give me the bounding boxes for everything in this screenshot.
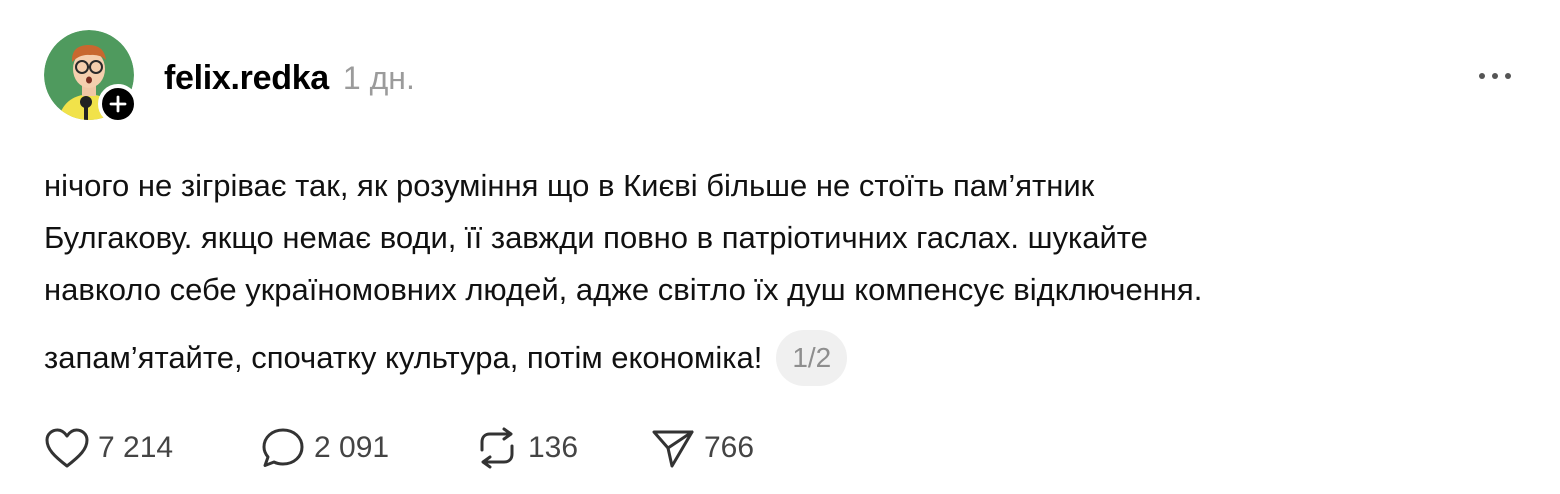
post-line: запам’ятайте, спочатку культура, потім е… (44, 340, 763, 375)
author-username[interactable]: felix.redka (164, 59, 329, 98)
post-line: навколо себе україномовних людей, адже с… (44, 272, 1203, 307)
repost-count: 136 (528, 431, 579, 464)
like-count: 7 214 (98, 431, 174, 464)
comment-bubble-icon (262, 428, 304, 467)
thread-page-indicator[interactable]: 1/2 (776, 330, 848, 386)
follow-button[interactable] (98, 84, 138, 124)
like-button[interactable]: 7 214 (44, 424, 260, 472)
more-horizontal-icon (1479, 73, 1511, 79)
more-options-button[interactable] (1474, 58, 1516, 94)
post-body: нічого не зігріває так, як розуміння що … (44, 160, 1514, 386)
share-button[interactable]: 766 (650, 424, 754, 472)
post-line: нічого не зігріває так, як розуміння що … (44, 168, 1095, 203)
action-bar: 7 214 2 091 136 766 (44, 424, 754, 472)
reply-button[interactable]: 2 091 (260, 424, 474, 472)
repost-button[interactable]: 136 (474, 424, 650, 472)
post-paragraph: запам’ятайте, спочатку культура, потім е… (44, 330, 1514, 386)
plus-icon (109, 95, 127, 113)
post-line: Булгакову. якщо немає води, її завжди по… (44, 220, 1148, 255)
paper-plane-icon (652, 430, 694, 468)
repost-arrows-icon (480, 427, 514, 469)
heart-icon (45, 428, 89, 468)
avatar-container[interactable] (44, 30, 138, 124)
post-header: felix.redka 1 дн. (164, 52, 415, 104)
share-count: 766 (704, 431, 755, 464)
reply-count: 2 091 (314, 431, 390, 464)
post-paragraph: нічого не зігріває так, як розуміння що … (44, 160, 1514, 316)
post-timestamp: 1 дн. (342, 59, 415, 96)
